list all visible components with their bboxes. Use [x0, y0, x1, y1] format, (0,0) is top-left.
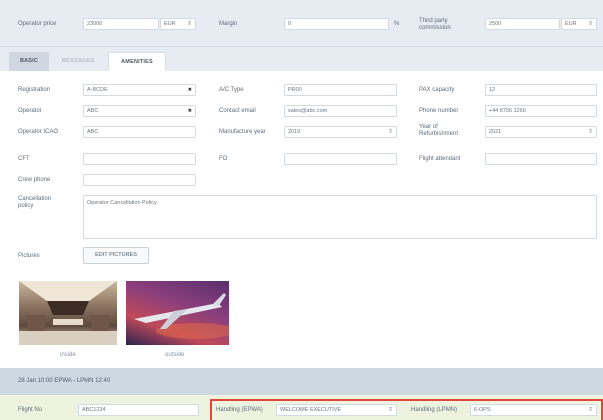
registration-value: A-BCDE: [87, 87, 108, 93]
third-party-currency-select[interactable]: EUR ⇕: [561, 18, 597, 30]
operator-icao-label: Operator ICAO: [18, 129, 59, 135]
manufacture-year-value: 2019: [288, 129, 301, 135]
handling-lpmn-label: Handling (LPMN): [411, 407, 458, 413]
edit-pictures-button[interactable]: EDIT PICTURES: [83, 247, 149, 264]
select-arrows-icon: ⇕: [587, 129, 593, 135]
registration-label: Registration: [18, 87, 51, 93]
select-arrows-icon: ⇕: [387, 129, 393, 135]
cabin-interior-image[interactable]: [19, 281, 117, 345]
operator-value: ABC: [87, 108, 99, 114]
pax-capacity-input[interactable]: 12: [485, 84, 597, 96]
third-party-commission-input[interactable]: 2500: [485, 18, 560, 30]
cancellation-policy-label: Cancellation policy: [18, 196, 51, 210]
flight-no-label: Flight No: [18, 407, 43, 413]
third-party-label-line2: commission: [419, 25, 451, 31]
cft-input[interactable]: [83, 153, 196, 165]
outside-caption: outside: [165, 352, 185, 358]
pax-capacity-label: PAX capacity: [419, 87, 455, 93]
tab-amenities[interactable]: AMENITIES: [108, 52, 166, 71]
cancellation-policy-textarea[interactable]: Operator Cancellation Policy: [83, 195, 597, 239]
select-arrows-icon: ⇕: [387, 407, 393, 413]
manufacture-year-label: Manufacture year: [219, 129, 266, 135]
third-party-label-line1: Third party: [419, 18, 448, 24]
third-party-currency-value: EUR: [565, 21, 577, 27]
clear-icon[interactable]: ✖: [188, 106, 192, 116]
flight-no-input[interactable]: ABC1234: [78, 404, 199, 416]
operator-price-label: Operator price: [18, 21, 57, 27]
tab-basic[interactable]: BASIC: [9, 52, 49, 71]
flight-route-header: 28 Jan 10:00 EPWA - LPMN 12:40: [18, 378, 111, 384]
select-arrows-icon: ⇕: [587, 407, 593, 413]
cancellation-label-line2: policy: [18, 203, 34, 209]
phone-number-label: Phone number: [419, 108, 459, 114]
operator-icao-input[interactable]: ABC: [83, 126, 196, 138]
operator-label: Operator: [18, 108, 42, 114]
fo-input[interactable]: [284, 153, 397, 165]
phone-number-input[interactable]: +44 8756 1260: [485, 105, 597, 117]
year-refurb-label-line2: Refurbishment: [419, 131, 459, 137]
operator-price-input[interactable]: 23000: [83, 18, 159, 30]
operator-price-currency-select[interactable]: EUR ⇕: [160, 18, 196, 30]
inside-caption: inside: [60, 352, 76, 358]
handling-epwa-label: Handling (EPWA): [216, 407, 263, 413]
handling-epwa-value: WELCOME EXECUTIVE: [280, 407, 342, 413]
margin-unit: %: [394, 21, 400, 27]
year-refurbishment-label: Year of Refurbishment: [419, 124, 458, 138]
jet-exterior-drawing: [134, 293, 229, 339]
clear-icon[interactable]: ✖: [188, 85, 192, 95]
third-party-commission-label: Third party commission: [419, 18, 451, 32]
contact-email-input[interactable]: sales@abc.com: [284, 105, 397, 117]
operator-price-currency-value: EUR: [164, 21, 176, 27]
fo-label: FO: [219, 156, 228, 162]
tab-messages[interactable]: MESSAGES: [52, 52, 104, 71]
cft-label: CFT: [18, 156, 30, 162]
flight-attendant-label: Flight attendant: [419, 156, 461, 162]
operator-input[interactable]: ABC ✖: [83, 105, 196, 117]
registration-input[interactable]: A-BCDE ✖: [83, 84, 196, 96]
crew-phone-input[interactable]: [83, 174, 196, 186]
select-arrows-icon: ⇕: [186, 21, 192, 27]
cancellation-label-line1: Cancellation: [18, 196, 52, 202]
year-refurb-value: 2021: [489, 129, 502, 135]
cabin-interior-drawing: [19, 281, 117, 345]
pictures-label: Pictures: [18, 253, 40, 259]
flight-attendant-input[interactable]: [485, 153, 597, 165]
margin-label: Margin: [219, 21, 238, 27]
crew-phone-label: Crew phone: [18, 177, 51, 183]
contact-email-label: Contact email: [219, 108, 256, 114]
jet-exterior-image[interactable]: [126, 281, 229, 345]
year-refurb-label-line1: Year of: [419, 124, 438, 130]
year-refurbishment-select[interactable]: 2021 ⇕: [485, 126, 597, 138]
ac-type-input[interactable]: PR00: [284, 84, 397, 96]
handling-lpmn-value: 6-OPS: [474, 407, 491, 413]
select-arrows-icon: ⇕: [587, 21, 593, 27]
handling-lpmn-select[interactable]: 6-OPS ⇕: [470, 404, 597, 416]
handling-epwa-select[interactable]: WELCOME EXECUTIVE ⇕: [276, 404, 397, 416]
margin-input[interactable]: 0: [284, 18, 389, 30]
ac-type-label: A/C Type: [219, 87, 244, 93]
manufacture-year-select[interactable]: 2019 ⇕: [284, 126, 397, 138]
